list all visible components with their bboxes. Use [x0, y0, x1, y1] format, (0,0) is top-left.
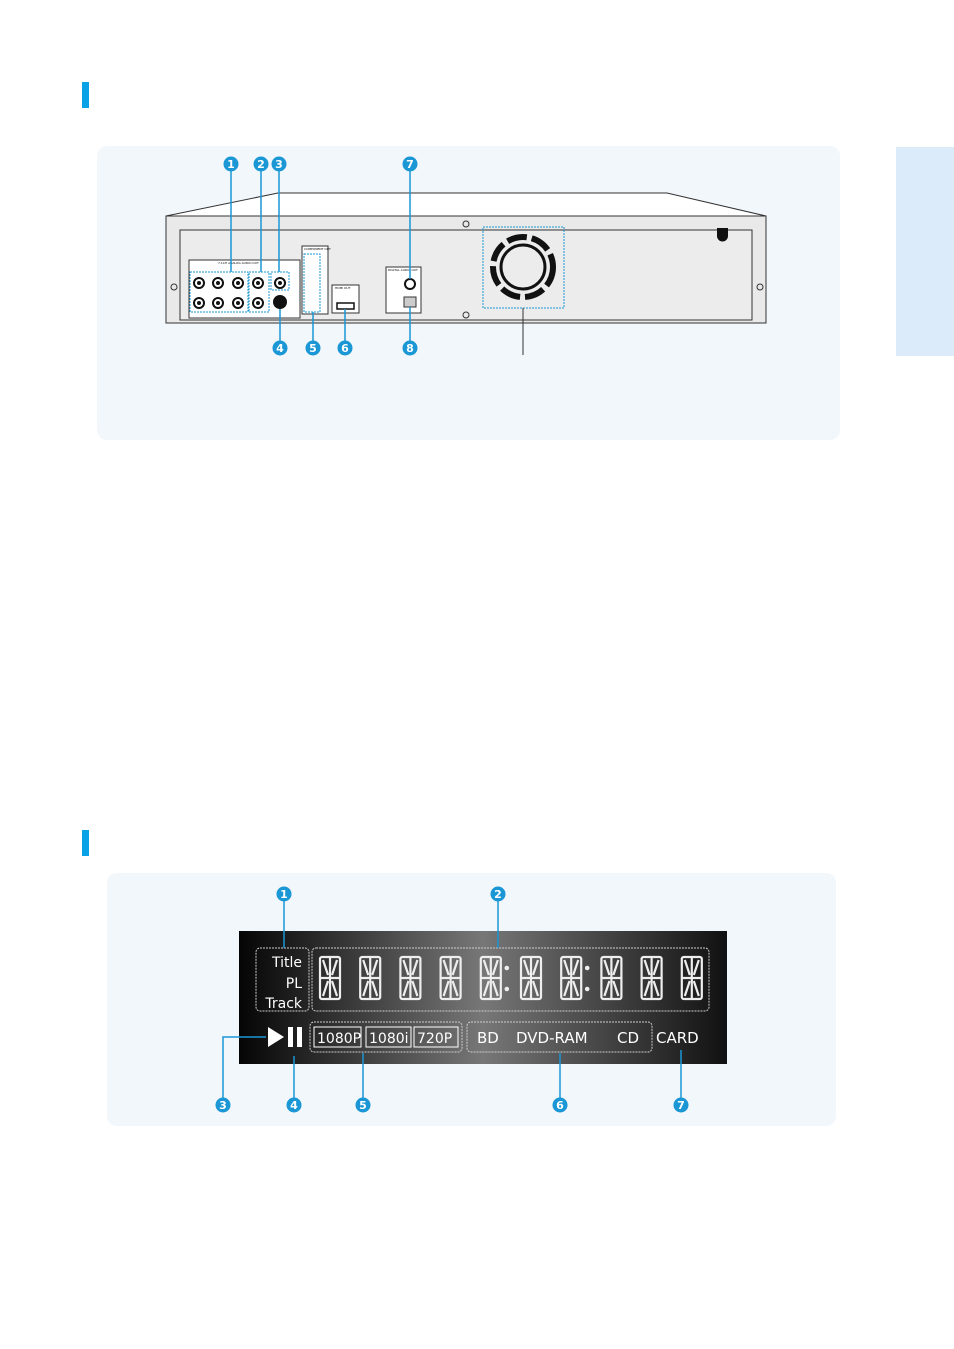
pl-indicator: PL [286, 976, 302, 992]
segment-digit [359, 955, 382, 1001]
callout-5: 5 [355, 1097, 371, 1113]
component-out-label: COMPONENT OUT [304, 247, 331, 251]
security-lock-icon [717, 228, 728, 242]
callout-5: 4 [272, 340, 288, 356]
callout-number: 3 [275, 158, 283, 171]
callout-number: 3 [219, 1099, 227, 1112]
callout-4: 7 [402, 156, 418, 172]
segment-digit [519, 955, 543, 1001]
cd-indicator: CD [617, 1029, 639, 1047]
title-indicator: Title [271, 955, 302, 971]
resolution-720P: 720P [417, 1031, 452, 1047]
pause-icon [288, 1027, 293, 1047]
callout-7: 6 [337, 340, 353, 356]
digital-audio-label: DIGITAL AUDIO OUT [388, 268, 418, 272]
callout-number: 4 [276, 342, 284, 355]
hdmi-out-label: HDMI OUT [335, 286, 351, 290]
callout-number: 2 [494, 888, 502, 901]
callout-number: 7 [406, 158, 414, 171]
rear-panel-device: 7.1CH ANALOG AUDIO OUT COMPONENT OUT HDM… [165, 192, 767, 355]
callout-number: 5 [309, 342, 317, 355]
resolution-1080i: 1080i [369, 1031, 409, 1047]
hdmi-port-icon [336, 302, 355, 310]
segment-digit [600, 955, 623, 1001]
callout-1: 1 [223, 156, 239, 172]
callout-number: 1 [280, 888, 288, 901]
callout-number: 6 [341, 342, 349, 355]
callout-1: 1 [276, 886, 292, 902]
callout-2: 2 [253, 156, 269, 172]
segment-digit [439, 955, 462, 1001]
callout-8: 8 [402, 340, 418, 356]
callout-7: 7 [673, 1097, 689, 1113]
callout-2: 2 [490, 886, 506, 902]
callout-number: 1 [227, 158, 235, 171]
analog-audio-label: 7.1CH ANALOG AUDIO OUT [218, 261, 259, 265]
segment-digit [680, 955, 703, 1001]
callout-number: 2 [257, 158, 265, 171]
segment-digit [640, 955, 663, 1001]
resolution-1080P: 1080P [317, 1031, 361, 1047]
callout-number: 5 [359, 1099, 367, 1112]
callout-6: 5 [305, 340, 321, 356]
callout-number: 6 [556, 1099, 564, 1112]
callout-6: 6 [552, 1097, 568, 1113]
dvd-ram-indicator: DVD-RAM [516, 1029, 588, 1047]
callout-3: 3 [271, 156, 287, 172]
callout-number: 7 [677, 1099, 685, 1112]
bd-indicator: BD [477, 1029, 499, 1047]
segment-digit [399, 955, 422, 1001]
callout-3: 3 [215, 1097, 231, 1113]
track-indicator: Track [264, 996, 303, 1012]
segment-digit [318, 955, 342, 1001]
card-indicator: CARD [656, 1029, 699, 1047]
callout-number: 8 [406, 342, 414, 355]
callout-number: 4 [290, 1099, 298, 1112]
callout-4: 4 [286, 1097, 302, 1113]
figures: 7.1CH ANALOG AUDIO OUT COMPONENT OUT HDM… [165, 156, 767, 1113]
